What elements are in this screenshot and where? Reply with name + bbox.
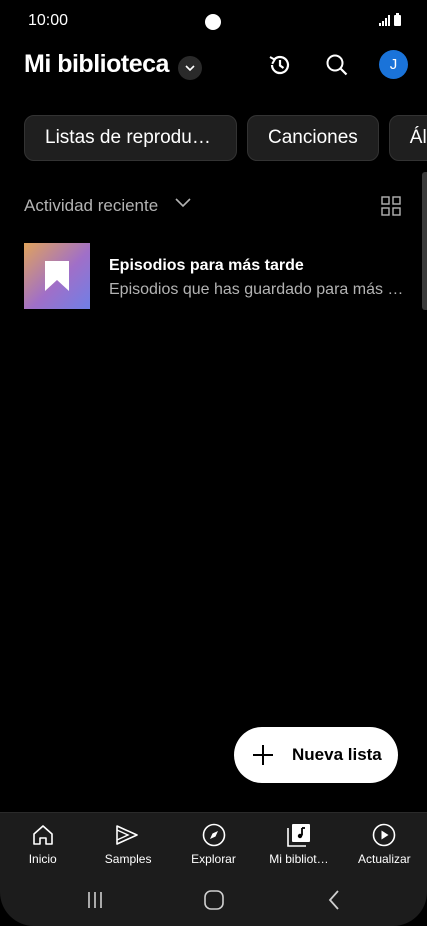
- nav-item-samples[interactable]: Samples: [85, 813, 170, 875]
- list-item[interactable]: Episodios para más tarde Episodios que h…: [24, 243, 409, 311]
- chip-label: Canciones: [268, 127, 358, 148]
- nav-label: Mi bibliot…: [269, 852, 329, 866]
- item-title: Episodios para más tarde: [109, 257, 304, 274]
- screen: 10:00 Mi biblioteca J Listas de reproduc…: [0, 0, 427, 926]
- chip-songs[interactable]: Canciones: [247, 115, 379, 161]
- status-icons: [379, 13, 401, 26]
- bookmark-icon: [45, 261, 69, 291]
- upgrade-icon: [373, 823, 396, 847]
- search-button[interactable]: [322, 50, 352, 80]
- header: Mi biblioteca J: [0, 44, 427, 92]
- avatar[interactable]: J: [379, 50, 408, 79]
- nav-item-library[interactable]: Mi bibliot…: [256, 813, 341, 875]
- back-button[interactable]: [322, 888, 346, 912]
- sort-dropdown[interactable]: Actividad reciente: [24, 196, 158, 216]
- bottom-nav: Inicio Samples Explorar Mi bibliot… Actu…: [0, 812, 427, 875]
- recents-button[interactable]: [83, 888, 107, 912]
- home-icon: [32, 825, 53, 845]
- status-time: 10:00: [28, 12, 69, 29]
- nav-label: Actualizar: [357, 852, 411, 866]
- page-title: Mi biblioteca: [24, 50, 169, 78]
- chip-label: Álbumes: [409, 127, 427, 148]
- signal-icon: [379, 15, 390, 26]
- nav-label: Inicio: [28, 852, 57, 866]
- chevron-down-icon[interactable]: [174, 196, 192, 210]
- history-icon: [269, 55, 290, 75]
- nav-item-explore[interactable]: Explorar: [171, 813, 256, 875]
- system-nav: [0, 874, 427, 926]
- search-icon: [326, 54, 348, 76]
- title-dropdown-button[interactable]: [178, 56, 202, 80]
- status-bar: 10:00: [0, 0, 427, 44]
- library-icon: [287, 824, 310, 847]
- camera-cutout: [205, 14, 221, 30]
- nav-item-upgrade[interactable]: Actualizar: [342, 813, 427, 875]
- compass-icon: [202, 823, 225, 847]
- back-icon: [328, 890, 339, 910]
- chip-albums[interactable]: Álbumes: [388, 115, 427, 161]
- sort-row: Actividad reciente: [24, 192, 404, 222]
- grid-view-icon[interactable]: [381, 196, 401, 216]
- playlist-thumbnail: [24, 243, 90, 309]
- chevron-down-icon: [185, 65, 195, 72]
- item-subtitle: Episodios que has guardado para más tard…: [109, 281, 407, 298]
- scrollbar[interactable]: [422, 172, 427, 310]
- new-playlist-label: Nueva lista: [292, 745, 382, 764]
- recents-icon: [88, 892, 102, 908]
- chip-playlists[interactable]: Listas de reproducción: [24, 115, 237, 161]
- new-playlist-button[interactable]: Nueva lista: [234, 727, 398, 783]
- battery-icon: [394, 13, 401, 26]
- samples-icon: [116, 825, 138, 845]
- filter-chips: Listas de reproducción Canciones Álbumes: [24, 115, 427, 163]
- nav-item-home[interactable]: Inicio: [0, 813, 85, 875]
- nav-label: Explorar: [191, 852, 236, 866]
- chip-label: Listas de reproducción: [45, 127, 216, 148]
- plus-icon: [253, 745, 273, 765]
- home-button[interactable]: [202, 888, 226, 912]
- nav-label: Samples: [104, 852, 152, 866]
- home-circle-icon: [204, 890, 224, 910]
- history-button[interactable]: [265, 50, 295, 80]
